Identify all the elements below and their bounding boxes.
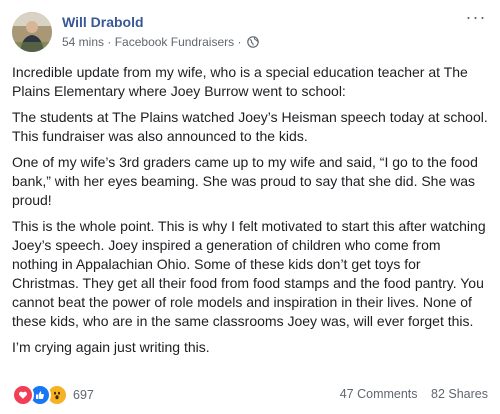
reactions-summary[interactable]: 697 (12, 384, 94, 406)
post-paragraph: This is the whole point. This is why I f… (12, 218, 486, 329)
reaction-count[interactable]: 697 (73, 388, 94, 402)
post-source[interactable]: Facebook Fundraisers (115, 35, 234, 49)
post-meta: 54 mins · Facebook Fundraisers · (62, 35, 259, 51)
avatar[interactable] (12, 12, 52, 52)
post-paragraph: The students at The Plains watched Joey’… (12, 109, 488, 144)
post-time[interactable]: 54 mins (62, 35, 104, 49)
facebook-post: Will Drabold 54 mins · Facebook Fundrais… (0, 0, 500, 414)
post-paragraph: One of my wife’s 3rd graders came up to … (12, 154, 478, 208)
post-paragraph: I’m crying again just writing this. (12, 339, 210, 355)
meta-separator: · (107, 35, 112, 49)
post-paragraph: Incredible update from my wife, who is a… (12, 64, 468, 99)
more-options-icon[interactable]: ··· (464, 8, 488, 28)
globe-icon[interactable] (246, 36, 259, 51)
engagement-stats: 47 Comments 82 Shares (330, 387, 488, 401)
post-footer: 697 47 Comments 82 Shares (12, 384, 488, 406)
heart-icon[interactable] (12, 384, 34, 406)
author-name[interactable]: Will Drabold (62, 14, 144, 30)
shares-count[interactable]: 82 Shares (431, 387, 488, 401)
post-body: Incredible update from my wife, who is a… (12, 63, 490, 364)
comments-count[interactable]: 47 Comments (340, 387, 418, 401)
post-header: Will Drabold 54 mins · Facebook Fundrais… (12, 8, 490, 54)
meta-separator: · (237, 35, 242, 49)
